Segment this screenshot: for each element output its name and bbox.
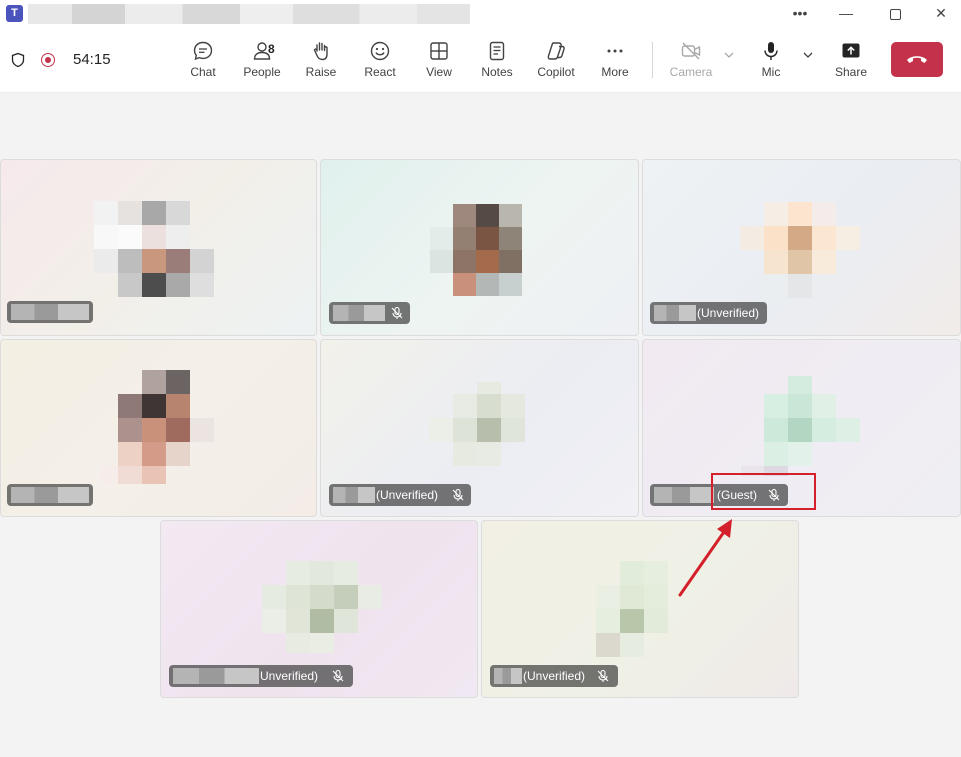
participant-tile[interactable]: (Unverified) (642, 159, 961, 336)
camera-chevron-down-icon[interactable] (722, 48, 736, 62)
chat-button[interactable]: Chat (175, 38, 231, 84)
participant-name-redacted (333, 487, 375, 503)
title-bar: T ••• — ✕ (0, 0, 961, 28)
participant-name-redacted (494, 668, 522, 684)
meeting-timer: 54:15 (73, 51, 111, 68)
participant-name-tag: (Unverified) (329, 484, 471, 506)
leave-call-button[interactable] (891, 42, 943, 77)
participant-name-redacted (654, 487, 714, 503)
participant-name-tag: (Unverified) (650, 302, 767, 324)
ellipsis-icon (607, 49, 623, 53)
people-button[interactable]: 8 People (234, 38, 290, 84)
mic-button[interactable]: Mic (743, 38, 799, 84)
participant-name-redacted (333, 305, 385, 321)
window-title-redacted (28, 4, 470, 24)
participant-name-suffix: (Unverified) (523, 669, 586, 683)
more-label: More (601, 65, 629, 79)
participant-name-tag (7, 484, 93, 506)
smile-icon (370, 41, 390, 61)
notes-button[interactable]: Notes (469, 38, 525, 84)
people-label: People (243, 65, 281, 79)
participant-name-redacted (11, 487, 89, 503)
chat-icon (193, 41, 213, 61)
more-button[interactable]: More (587, 38, 643, 84)
participant-name-tag: (Unverified) (490, 665, 618, 687)
teams-logo: T (6, 5, 23, 22)
camera-button[interactable]: Camera (663, 38, 719, 84)
raise-hand-button[interactable]: Raise (293, 38, 349, 84)
participant-name-suffix: (Unverified) (697, 306, 760, 320)
mic-chevron-down-icon[interactable] (801, 48, 815, 62)
share-screen-icon (842, 43, 860, 58)
raise-label: Raise (305, 65, 337, 79)
annotation-arrow-icon (678, 519, 732, 597)
participant-tile[interactable] (0, 159, 317, 336)
mic-off-icon (597, 669, 609, 682)
participant-name-tag: Unverified) (169, 665, 353, 687)
chat-label: Chat (190, 65, 216, 79)
people-count-badge: 8 (268, 42, 275, 56)
copilot-icon (547, 42, 565, 60)
participant-tile[interactable] (0, 339, 317, 517)
mic-label: Mic (761, 65, 781, 79)
copilot-label: Copilot (537, 65, 575, 79)
maximize-icon[interactable] (872, 0, 918, 28)
participant-name-tag (7, 301, 93, 323)
mic-off-icon (332, 669, 344, 682)
more-options-icon[interactable]: ••• (777, 0, 823, 28)
participant-tile[interactable] (320, 159, 639, 336)
microphone-icon (764, 42, 778, 60)
copilot-button[interactable]: Copilot (528, 38, 584, 84)
minimize-icon[interactable]: — (823, 0, 869, 28)
participant-name-tag (329, 302, 410, 324)
participant-name-suffix: Unverified) (260, 669, 319, 683)
participant-tile[interactable]: (Unverified) (320, 339, 639, 517)
raise-hand-icon (313, 42, 328, 61)
notes-icon (489, 41, 505, 61)
participant-tile[interactable]: Unverified) (160, 520, 478, 698)
participant-name-suffix: (Unverified) (376, 488, 439, 502)
share-button[interactable]: Share (823, 38, 879, 84)
annotation-highlight-box (711, 473, 816, 510)
participant-tile[interactable]: (Unverified) (481, 520, 799, 698)
camera-label: Camera (669, 65, 713, 79)
grid-view-icon (430, 42, 448, 60)
shield-icon[interactable] (10, 52, 26, 68)
close-icon[interactable]: ✕ (918, 0, 961, 28)
recording-icon (41, 53, 55, 67)
meeting-toolbar: 54:15 Chat 8 People Raise React View Not… (0, 28, 961, 93)
notes-label: Notes (481, 65, 513, 79)
camera-off-icon (681, 42, 701, 60)
participant-name-redacted (654, 305, 696, 321)
participant-name-redacted (173, 668, 259, 684)
mic-off-icon (452, 488, 464, 501)
react-button[interactable]: React (352, 38, 408, 84)
mic-off-icon (391, 306, 403, 319)
react-label: React (364, 65, 396, 79)
hang-up-icon (907, 56, 927, 63)
toolbar-divider (652, 42, 653, 78)
view-label: View (426, 65, 452, 79)
share-label: Share (834, 65, 868, 79)
participant-name-redacted (11, 304, 89, 320)
view-button[interactable]: View (411, 38, 467, 84)
